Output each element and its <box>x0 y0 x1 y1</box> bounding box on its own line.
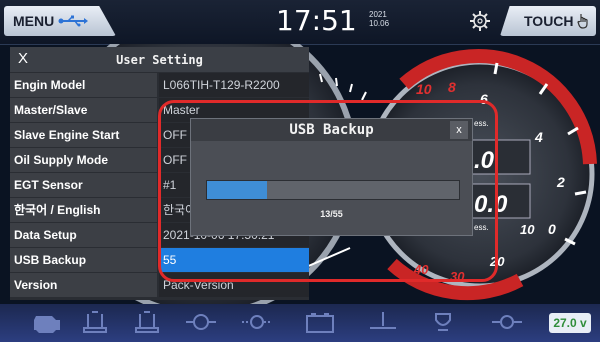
panel-title: User Setting <box>116 53 203 67</box>
filter-icon <box>435 313 451 331</box>
setting-key: EGT Sensor <box>10 173 157 197</box>
water-level-icon <box>370 312 396 329</box>
setting-key: Data Setup <box>10 223 157 247</box>
right-scale-2: 2 <box>556 174 565 190</box>
setting-row-engine-model[interactable]: Engin Model L066TIH-T129-R2200 <box>10 73 309 98</box>
setting-value: L066TIH-T129-R2200 <box>159 73 309 97</box>
engine-check-icon <box>242 315 272 329</box>
touch-hand-icon <box>577 14 588 29</box>
oil-can-icon <box>83 311 107 333</box>
setting-key: Master/Slave <box>10 98 157 122</box>
setting-key: USB Backup <box>10 248 157 272</box>
settings-gear-icon[interactable] <box>469 10 491 32</box>
backup-progress-text: 13/55 <box>320 209 343 219</box>
warning-lamp-bar <box>0 304 600 342</box>
panel-header: X User Setting <box>10 47 309 72</box>
battery-icon <box>306 313 334 333</box>
touch-button-label: TOUCH <box>524 13 574 29</box>
setting-key: Version <box>10 273 157 297</box>
dialog-title: USB Backup <box>289 122 374 138</box>
backup-progress-fill <box>207 181 267 199</box>
setting-key: Oil Supply Mode <box>10 148 157 172</box>
menu-button[interactable]: MENU <box>4 6 116 36</box>
setting-key: Slave Engine Start <box>10 123 157 147</box>
setting-key: Engin Model <box>10 73 157 97</box>
menu-button-label: MENU <box>13 13 55 29</box>
coolant-icon <box>186 314 216 330</box>
dialog-header: USB Backup x <box>191 119 472 141</box>
right-scale-0: 0 <box>548 221 556 237</box>
clock-date: 2021 10.06 <box>369 10 389 28</box>
usb-icon <box>58 15 88 27</box>
backup-progress-bar <box>206 180 460 200</box>
date-year: 2021 <box>369 10 387 19</box>
right-scale-10: 10 <box>416 81 432 97</box>
right-scale-4: 4 <box>534 129 543 145</box>
voltage-readout: 27.0 v <box>549 313 591 333</box>
clock-time: 17:51 <box>276 4 357 37</box>
lower-scale-10: 10 <box>520 222 535 237</box>
setting-key: 한국어 / English <box>10 198 157 222</box>
right-scale-8: 8 <box>448 79 456 95</box>
engine-icon <box>34 316 60 333</box>
date-day: 10.06 <box>369 19 390 28</box>
usb-backup-dialog: USB Backup x 13/55 <box>190 118 473 236</box>
oil-can-icon <box>135 311 159 333</box>
touch-button[interactable]: TOUCH <box>500 6 596 36</box>
dialog-close-icon[interactable]: x <box>450 121 468 139</box>
top-bar: MENU 17:51 2021 10.06 TOUCH <box>0 0 600 45</box>
temperature-icon <box>492 315 522 329</box>
